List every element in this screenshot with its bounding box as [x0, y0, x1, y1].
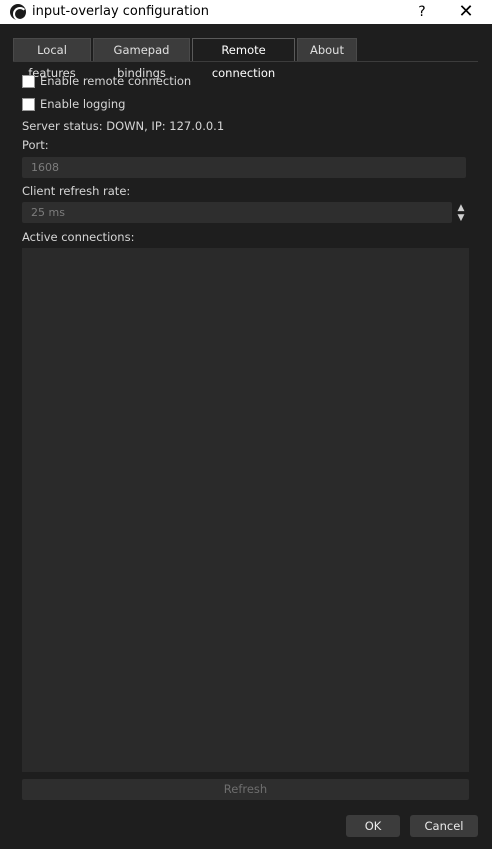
ok-button[interactable]: OK: [346, 815, 400, 837]
tab-local-features[interactable]: Local features: [13, 38, 91, 80]
tab-about[interactable]: About: [297, 38, 357, 61]
enable-logging-label: Enable logging: [40, 97, 126, 111]
refresh-rate-label: Client refresh rate:: [22, 184, 131, 198]
connections-list[interactable]: [22, 248, 469, 772]
title-bar: input-overlay configuration ? ✕: [0, 0, 492, 24]
active-connections-label: Active connections:: [22, 230, 135, 244]
tab-gamepad-bindings[interactable]: Gamepad bindings: [93, 38, 190, 80]
enable-remote-row[interactable]: Enable remote connection: [22, 73, 191, 89]
spin-up-icon[interactable]: ▲: [455, 203, 467, 213]
obs-icon: [10, 4, 27, 21]
enable-remote-checkbox[interactable]: [22, 74, 35, 88]
spin-down-icon[interactable]: ▼: [455, 213, 467, 223]
port-input[interactable]: 1608: [22, 157, 466, 178]
close-button[interactable]: ✕: [455, 1, 477, 23]
window-title: input-overlay configuration: [32, 4, 209, 19]
server-status-text: Server status: DOWN, IP: 127.0.0.1: [22, 119, 225, 133]
tab-remote-connection[interactable]: Remote connection: [192, 38, 295, 80]
refresh-button[interactable]: Refresh: [22, 779, 469, 800]
enable-remote-label: Enable remote connection: [40, 74, 192, 88]
help-button[interactable]: ?: [412, 1, 432, 23]
tab-divider: [13, 61, 478, 62]
cancel-button[interactable]: Cancel: [410, 815, 478, 837]
port-label: Port:: [22, 138, 49, 152]
refresh-rate-input[interactable]: 25 ms: [22, 202, 452, 223]
enable-logging-row[interactable]: Enable logging: [22, 96, 125, 112]
enable-logging-checkbox[interactable]: [22, 97, 35, 111]
